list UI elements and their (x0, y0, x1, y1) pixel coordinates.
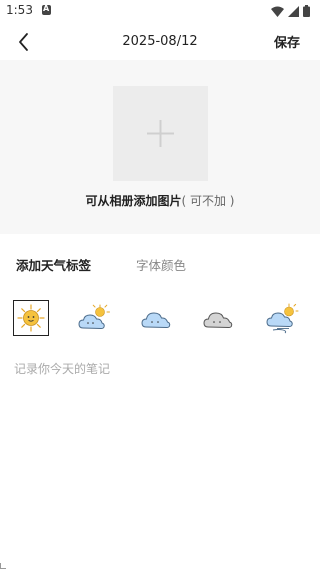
notification-icon (42, 4, 51, 15)
weather-option-overcast[interactable] (200, 300, 236, 336)
top-bar: 2025-08/12 保存 (0, 24, 320, 58)
status-time: 1:53 (6, 3, 33, 17)
plus-icon (147, 120, 174, 147)
photo-hint-optional: ( 可不加 ) (181, 194, 235, 208)
partly-cloudy-icon (78, 304, 110, 330)
note-input[interactable] (14, 360, 306, 550)
photo-hint-text: 可从相册添加图片 (85, 194, 182, 208)
windy-cloud-icon (266, 303, 299, 334)
photo-hint: 可从相册添加图片( 可不加 ) (0, 192, 320, 209)
status-icons (271, 5, 310, 17)
weather-option-sunny[interactable] (13, 300, 49, 336)
wifi-icon (271, 6, 284, 17)
photo-area: 可从相册添加图片( 可不加 ) (0, 60, 320, 234)
page-title: 2025-08/12 (122, 34, 198, 49)
status-bar: 1:53 (0, 0, 320, 24)
add-photo-button[interactable] (113, 86, 208, 181)
battery-icon (303, 5, 310, 17)
cloudy-icon (141, 312, 171, 329)
weather-option-partly-cloudy[interactable] (76, 300, 112, 336)
corner-mark (0, 563, 6, 569)
signal-icon (288, 5, 299, 17)
sunny-icon (17, 304, 45, 332)
weather-option-windy[interactable] (264, 300, 300, 336)
overcast-icon (203, 312, 233, 329)
weather-option-cloudy[interactable] (138, 300, 174, 336)
option-tabs: 添加天气标签 字体颜色 (0, 252, 320, 276)
weather-options (0, 300, 320, 338)
save-button[interactable]: 保存 (274, 32, 300, 51)
tab-weather-tag[interactable]: 添加天气标签 (16, 255, 91, 274)
tab-font-color[interactable]: 字体颜色 (136, 255, 186, 274)
